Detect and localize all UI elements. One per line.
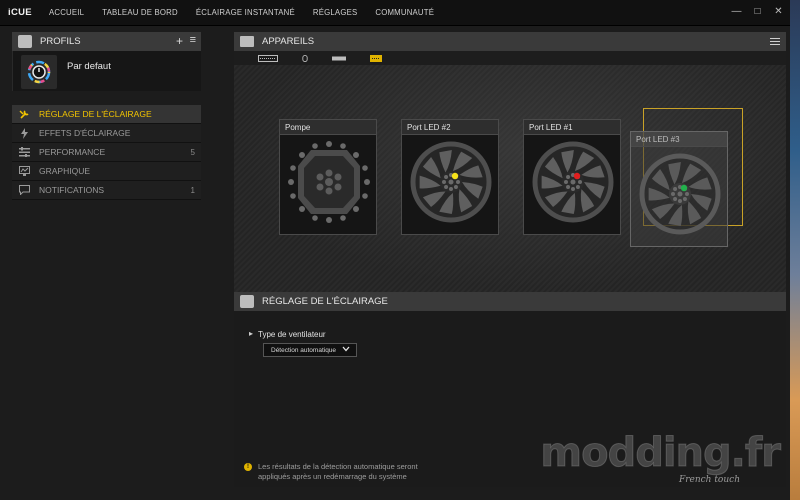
edit-icon bbox=[240, 295, 254, 308]
keyboard-icon bbox=[240, 36, 254, 47]
sidebar-item-performance[interactable]: PERFORMANCE 5 bbox=[12, 143, 201, 162]
icue-profile-logo-icon bbox=[21, 55, 57, 89]
hub-led bbox=[671, 192, 675, 196]
hub-led bbox=[444, 175, 449, 180]
nav-accueil[interactable]: ACCUEIL bbox=[40, 0, 93, 26]
cooler-device-icon[interactable] bbox=[370, 54, 382, 62]
nav-tableau-de-bord[interactable]: TABLEAU DE BORD bbox=[93, 0, 187, 26]
sidebar-item-label: EFFETS D'ÉCLAIRAGE bbox=[39, 128, 131, 138]
nav-reglages[interactable]: RÉGLAGES bbox=[304, 0, 367, 26]
profile-item[interactable]: Par defaut bbox=[12, 51, 201, 91]
info-line-2: appliqués après un redémarrage du systèm… bbox=[258, 472, 407, 481]
sliders-icon bbox=[18, 147, 31, 157]
sidebar-item-label: PERFORMANCE bbox=[39, 147, 106, 157]
profile-name: Par defaut bbox=[67, 61, 111, 72]
performance-count: 5 bbox=[190, 147, 195, 157]
sidebar-item-effets-eclairage[interactable]: EFFETS D'ÉCLAIRAGE bbox=[12, 124, 201, 143]
hub-led bbox=[578, 180, 582, 184]
device-card-port-led-3[interactable]: Port LED #3 bbox=[630, 131, 728, 247]
info-line-1: Les résultats de la détection automatiqu… bbox=[258, 462, 418, 471]
sidebar-item-label: RÉGLAGE DE L'ÉCLAIRAGE bbox=[39, 109, 152, 119]
add-profile-button[interactable]: + bbox=[176, 34, 183, 48]
device-card-port-led-1[interactable]: Port LED #1 bbox=[523, 119, 621, 235]
chevron-down-icon bbox=[342, 346, 350, 352]
sidebar-item-notifications[interactable]: NOTIFICATIONS 1 bbox=[12, 181, 201, 200]
hub-led bbox=[673, 196, 678, 201]
fan-icon bbox=[410, 141, 492, 223]
sidebar-item-reglage-eclairage[interactable]: RÉGLAGE DE L'ÉCLAIRAGE bbox=[12, 105, 201, 124]
device-strip bbox=[234, 51, 786, 65]
profile-folder-icon bbox=[18, 35, 32, 48]
fan-icon bbox=[639, 153, 721, 235]
nav-eclairage-instantane[interactable]: ÉCLAIRAGE INSTANTANÉ bbox=[187, 0, 304, 26]
lightning-icon bbox=[18, 127, 31, 139]
close-button[interactable]: ✕ bbox=[773, 6, 784, 17]
hub-led bbox=[444, 184, 449, 189]
info-message: ! Les résultats de la détection automati… bbox=[244, 462, 498, 482]
mouse-device-icon[interactable] bbox=[302, 54, 308, 62]
profiles-header: PROFILS + ≡ bbox=[12, 32, 201, 51]
fan-icon bbox=[532, 141, 614, 223]
wrench-icon bbox=[18, 109, 31, 120]
minimize-button[interactable]: — bbox=[731, 6, 742, 17]
graph-icon bbox=[18, 166, 31, 176]
lighting-settings-panel: RÉGLAGE DE L'ÉCLAIRAGE Type de ventilate… bbox=[234, 292, 786, 487]
nav-communaute[interactable]: COMMUNAUTÉ bbox=[366, 0, 443, 26]
hub-led bbox=[453, 184, 458, 189]
pump-icon bbox=[288, 141, 370, 223]
fan-type-label[interactable]: Type de ventilateur bbox=[249, 329, 326, 339]
sidebar-item-label: NOTIFICATIONS bbox=[39, 185, 105, 195]
chat-icon bbox=[18, 185, 31, 195]
devices-panel: APPAREILS Pompe Port LED #2 Port LED #1 … bbox=[234, 32, 786, 292]
left-panel: PROFILS + ≡ Par defaut RÉGLAGE DE L'ÉCLA… bbox=[12, 32, 201, 487]
hub-led bbox=[442, 180, 446, 184]
hub-led bbox=[566, 175, 571, 180]
lighting-settings-title: RÉGLAGE DE L'ÉCLAIRAGE bbox=[262, 296, 388, 307]
keyboard-device-icon[interactable] bbox=[258, 54, 278, 62]
hub-led bbox=[673, 187, 678, 192]
notifications-count: 1 bbox=[190, 185, 195, 195]
mousepad-device-icon[interactable] bbox=[332, 55, 346, 62]
card-title: Port LED #3 bbox=[631, 132, 727, 147]
device-card-pompe[interactable]: Pompe bbox=[279, 119, 377, 235]
device-card-port-led-2[interactable]: Port LED #2 bbox=[401, 119, 499, 235]
icue-window: iCUE ACCUEIL TABLEAU DE BORD ÉCLAIRAGE I… bbox=[0, 0, 790, 500]
selected-led-dot[interactable] bbox=[573, 172, 581, 180]
selected-led-dot[interactable] bbox=[680, 184, 688, 192]
profiles-title: PROFILS bbox=[40, 36, 81, 47]
selected-led-dot[interactable] bbox=[451, 172, 459, 180]
devices-title: APPAREILS bbox=[262, 36, 315, 47]
devices-menu-icon[interactable] bbox=[770, 38, 780, 47]
hub-led bbox=[575, 184, 580, 189]
sidebar-menu: RÉGLAGE DE L'ÉCLAIRAGE EFFETS D'ÉCLAIRAG… bbox=[12, 105, 201, 200]
hub-led bbox=[685, 192, 689, 196]
card-title: Port LED #1 bbox=[524, 120, 620, 135]
sidebar-item-label: GRAPHIQUE bbox=[39, 166, 91, 176]
hub-led bbox=[566, 184, 571, 189]
maximize-button[interactable]: □ bbox=[752, 6, 763, 17]
window-controls: — □ ✕ bbox=[731, 6, 784, 17]
hub-led bbox=[571, 187, 575, 191]
hub-led bbox=[449, 187, 453, 191]
devices-header: APPAREILS bbox=[234, 32, 786, 51]
info-icon: ! bbox=[244, 463, 252, 471]
sidebar-item-graphique[interactable]: GRAPHIQUE bbox=[12, 162, 201, 181]
title-bar: iCUE ACCUEIL TABLEAU DE BORD ÉCLAIRAGE I… bbox=[0, 0, 790, 26]
fan-type-dropdown[interactable]: Détection automatique bbox=[263, 343, 357, 357]
app-logo: iCUE bbox=[8, 7, 32, 18]
hub-led bbox=[682, 196, 687, 201]
top-nav: ACCUEIL TABLEAU DE BORD ÉCLAIRAGE INSTAN… bbox=[40, 0, 443, 26]
hub-led bbox=[456, 180, 460, 184]
lighting-settings-header: RÉGLAGE DE L'ÉCLAIRAGE bbox=[234, 292, 786, 311]
card-title: Pompe bbox=[280, 120, 376, 135]
dropdown-value: Détection automatique bbox=[271, 346, 337, 354]
profiles-menu-button[interactable]: ≡ bbox=[190, 34, 196, 46]
hub-led bbox=[564, 180, 568, 184]
hub-led bbox=[678, 199, 682, 203]
card-title: Port LED #2 bbox=[402, 120, 498, 135]
